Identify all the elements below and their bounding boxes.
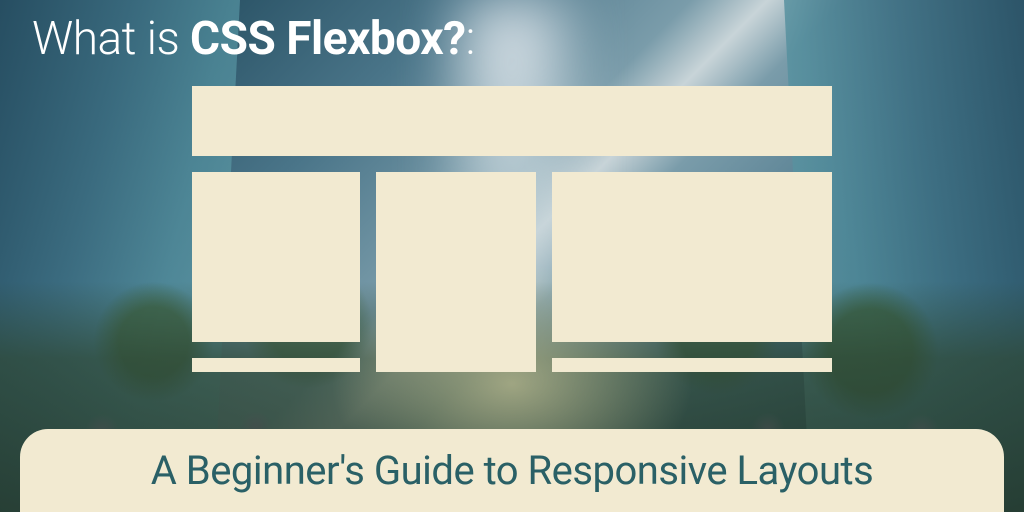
title-suffix: :: [466, 12, 475, 66]
flexbox-diagram: [192, 86, 832, 399]
page-title: What is CSS Flexbox?:: [32, 12, 994, 66]
layout-box-left: [192, 172, 360, 342]
hero-content: What is CSS Flexbox?: A Beginner's Guide…: [0, 0, 1024, 512]
flexbox-diagram-container: [30, 86, 994, 399]
layout-footer-left: [192, 358, 360, 372]
layout-bottom-row: [192, 358, 832, 372]
title-bold: CSS Flexbox?: [190, 12, 466, 66]
layout-box-right: [552, 172, 832, 342]
layout-box-center: [376, 172, 536, 372]
layout-right-column: [552, 172, 832, 342]
layout-footer-spacer: [376, 358, 536, 372]
layout-header-block: [192, 86, 832, 156]
layout-footer-right: [552, 358, 832, 372]
subtitle-bar: A Beginner's Guide to Responsive Layouts: [20, 429, 1004, 512]
title-prefix: What is: [32, 12, 190, 66]
subtitle: A Beginner's Guide to Responsive Layouts: [60, 447, 964, 494]
layout-middle-row: [192, 172, 832, 342]
